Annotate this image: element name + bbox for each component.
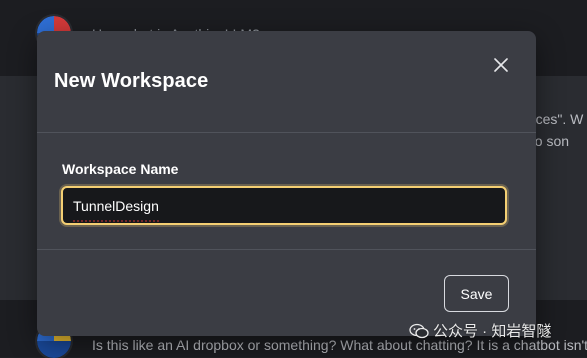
header-divider (37, 132, 536, 133)
modal-title: New Workspace (54, 70, 209, 92)
spellcheck-underline (72, 220, 161, 222)
watermark-text: 公众号 · 知岩智隧 (433, 323, 552, 340)
watermark: 公众号 · 知岩智隧 (409, 320, 551, 341)
close-icon (494, 58, 508, 72)
workspace-name-label: Workspace Name (62, 161, 179, 177)
new-workspace-modal: New Workspace Workspace Name Save (37, 31, 536, 336)
close-button[interactable] (489, 53, 513, 77)
save-button[interactable]: Save (444, 275, 509, 312)
footer-divider (37, 249, 536, 250)
wechat-icon (409, 323, 429, 338)
